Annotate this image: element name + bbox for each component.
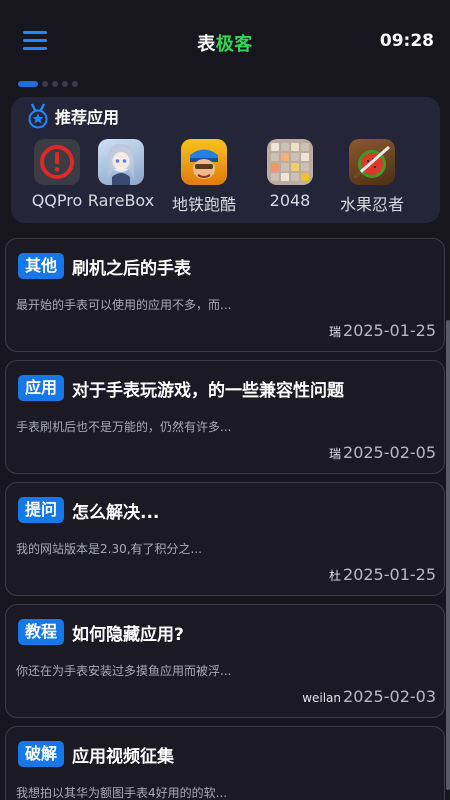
post-category-tag[interactable]: 应用 — [18, 375, 65, 401]
medal-icon — [28, 103, 48, 129]
app-item-fruit-ninja[interactable]: 水果忍者 — [327, 139, 417, 215]
post-excerpt: 手表刷机后也不是万能的，仍然有许多... — [16, 420, 232, 434]
subway-surfers-app-icon — [181, 139, 227, 185]
post-title[interactable]: 刷机之后的手表 — [72, 254, 191, 279]
app-label: 2048 — [269, 191, 311, 210]
post-meta: 瑞 2025-01-25 — [329, 321, 436, 343]
post-meta: 杜 2025-01-25 — [329, 565, 436, 587]
2048-app-icon — [267, 139, 313, 185]
carousel-dot[interactable] — [62, 81, 68, 87]
carousel-dot-active[interactable] — [18, 81, 38, 87]
fruit-ninja-app-icon — [349, 139, 395, 185]
post-category-tag[interactable]: 其他 — [18, 253, 65, 279]
app-label: 水果忍者 — [339, 195, 404, 214]
app-title-part2: 极客 — [215, 34, 253, 55]
app-label: RareBox — [87, 191, 155, 210]
post-card[interactable]: 应用 对于手表玩游戏，的一些兼容性问题 手表刷机后也不是万能的，仍然有许多...… — [5, 360, 445, 474]
post-date: 2025-02-03 — [343, 687, 436, 706]
recommended-apps-title: 推荐应用 — [55, 108, 120, 127]
clock-time: 09:28 — [379, 31, 434, 51]
post-title[interactable]: 对于手表玩游戏，的一些兼容性问题 — [72, 376, 344, 401]
post-category-tag[interactable]: 破解 — [18, 741, 65, 767]
app-item-rarebox[interactable]: RareBox — [76, 139, 166, 210]
app-header: 表极客 09:28 — [0, 0, 450, 80]
rarebox-app-icon — [98, 139, 144, 185]
carousel-dot[interactable] — [72, 81, 78, 87]
post-title[interactable]: 怎么解决... — [72, 498, 159, 523]
app-item-2048[interactable]: 2048 — [245, 139, 335, 210]
post-title[interactable]: 如何隐藏应用? — [72, 620, 184, 645]
post-card[interactable]: 提问 怎么解决... 我的网站版本是2.30,有了积分之... 杜 2025-0… — [5, 482, 445, 596]
post-author: 瑞 — [329, 325, 342, 339]
post-card[interactable]: 其他 刷机之后的手表 最开始的手表可以使用的应用不多，而... 瑞 2025-0… — [5, 238, 445, 352]
post-author: 杜 — [329, 569, 342, 583]
qqpro-app-icon — [34, 139, 80, 185]
post-category-tag[interactable]: 提问 — [18, 497, 65, 523]
recommended-apps-card: 推荐应用 QQPro RareBox 地铁跑酷 2048 水果忍者 — [11, 97, 440, 223]
post-meta: weilan 2025-02-03 — [302, 687, 436, 709]
app-title-part1: 表 — [197, 34, 216, 55]
post-title[interactable]: 应用视频征集 — [72, 742, 174, 767]
app-item-subway-surfers[interactable]: 地铁跑酷 — [159, 139, 249, 215]
post-excerpt: 你还在为手表安装过多摸鱼应用而被浮... — [16, 664, 232, 678]
carousel-dot[interactable] — [52, 81, 58, 87]
recommended-apps-header: 推荐应用 — [27, 103, 119, 129]
carousel-indicator — [18, 81, 78, 87]
post-excerpt: 最开始的手表可以使用的应用不多，而... — [16, 298, 232, 312]
scrollbar[interactable] — [446, 320, 450, 790]
recommended-apps-list: QQPro RareBox 地铁跑酷 2048 水果忍者 — [11, 139, 440, 215]
carousel-dot[interactable] — [42, 81, 48, 87]
post-date: 2025-01-25 — [343, 565, 436, 584]
post-card[interactable]: 破解 应用视频征集 我想拍以其华为额图手表4好用的的软... — [5, 726, 445, 800]
post-meta: 瑞 2025-02-05 — [329, 443, 436, 465]
post-date: 2025-02-05 — [343, 443, 436, 462]
app-label: 地铁跑酷 — [171, 195, 236, 214]
post-date: 2025-01-25 — [343, 321, 436, 340]
post-author: weilan — [302, 691, 342, 705]
post-author: 瑞 — [329, 447, 342, 461]
post-category-tag[interactable]: 教程 — [18, 619, 65, 645]
post-excerpt: 我想拍以其华为额图手表4好用的的软... — [16, 786, 228, 800]
post-excerpt: 我的网站版本是2.30,有了积分之... — [16, 542, 202, 556]
post-card[interactable]: 教程 如何隐藏应用? 你还在为手表安装过多摸鱼应用而被浮... weilan 2… — [5, 604, 445, 718]
